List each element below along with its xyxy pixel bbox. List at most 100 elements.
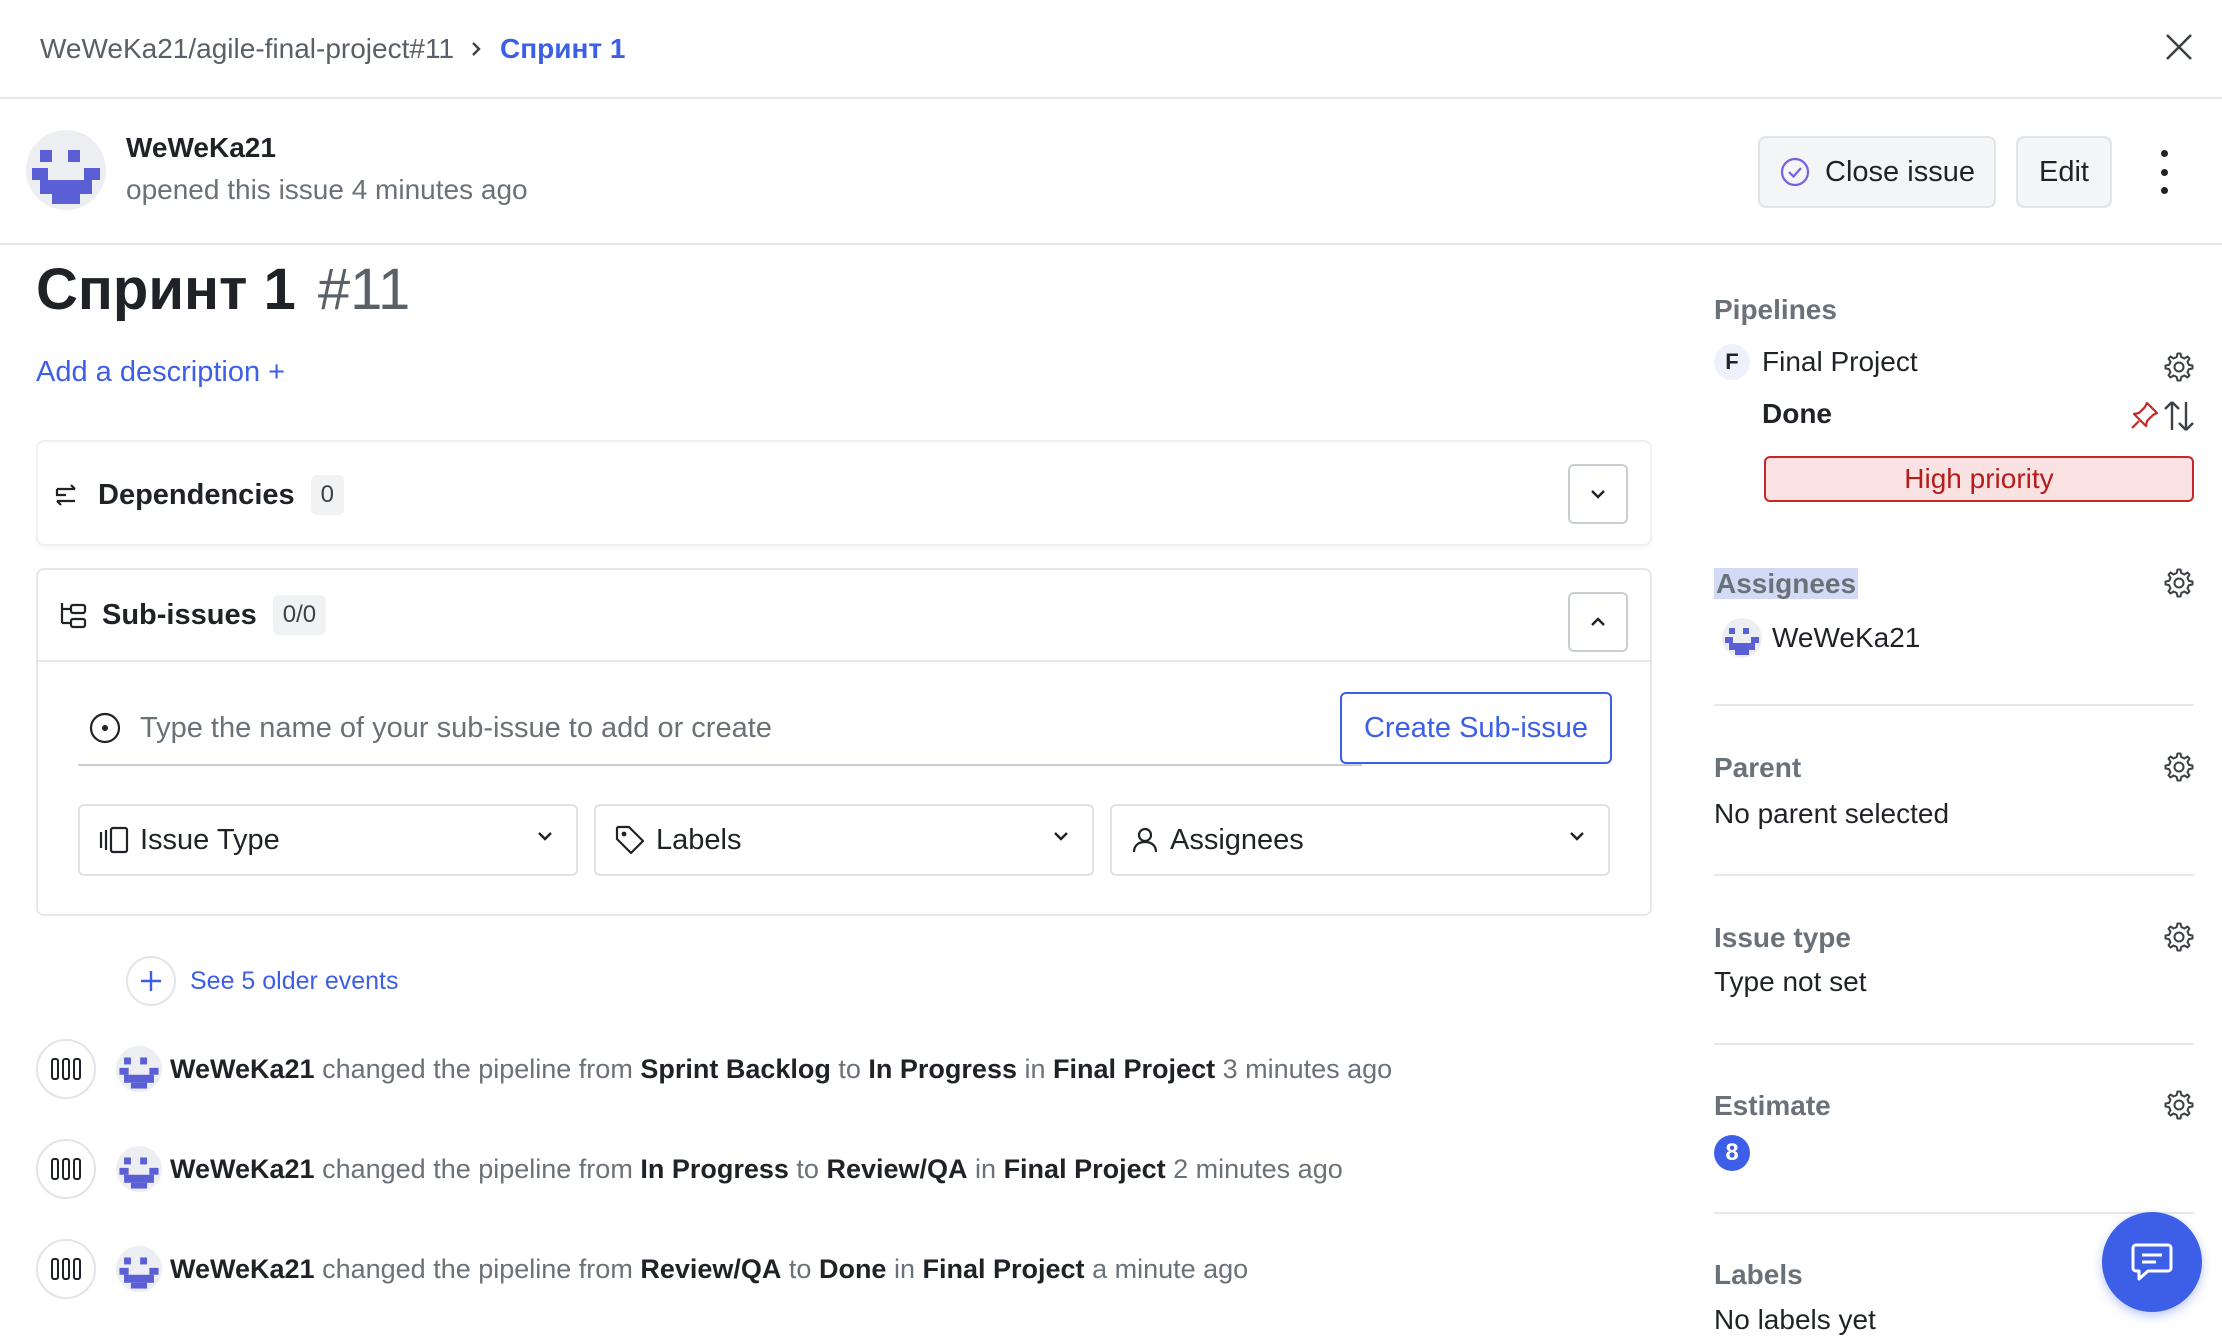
pipeline-badge: F bbox=[1714, 344, 1750, 380]
sidebar-divider bbox=[1714, 1043, 2194, 1045]
labels-value: No labels yet bbox=[1714, 1304, 1876, 1335]
assignees-heading: Assignees bbox=[1714, 568, 1859, 600]
edit-button[interactable]: Edit bbox=[2016, 136, 2112, 208]
event-in-word: in bbox=[975, 1153, 997, 1184]
sub-issue-input[interactable] bbox=[140, 711, 1320, 745]
gear-icon[interactable] bbox=[2162, 350, 2196, 384]
pin-icon[interactable] bbox=[2130, 400, 2160, 432]
breadcrumb-current[interactable]: Спринт 1 bbox=[500, 33, 625, 65]
sub-issues-panel: Sub-issues 0/0 Create Sub-issue Issue Ty… bbox=[36, 568, 1652, 916]
page-title[interactable]: Спринт 1 bbox=[36, 256, 296, 323]
event-verb: changed the pipeline from bbox=[322, 1053, 633, 1084]
sidebar-divider bbox=[1714, 1212, 2194, 1214]
avatar[interactable] bbox=[116, 1046, 162, 1092]
gear-icon[interactable] bbox=[2162, 566, 2196, 600]
dependencies-count: 0 bbox=[310, 475, 344, 515]
dependencies-header[interactable]: Dependencies 0 bbox=[38, 442, 1650, 548]
event-user[interactable]: WeWeKa21 bbox=[170, 1254, 315, 1284]
event-text: WeWeKa21 changed the pipeline from Sprin… bbox=[170, 1054, 1392, 1085]
event-to-word: to bbox=[796, 1153, 819, 1184]
dependencies-title: Dependencies bbox=[98, 478, 295, 511]
close-issue-button[interactable]: Close issue bbox=[1758, 136, 1996, 208]
timeline-event: WeWeKa21 changed the pipeline from In Pr… bbox=[36, 1139, 1343, 1199]
avatar[interactable] bbox=[116, 1146, 162, 1192]
assignee-name: WeWeKa21 bbox=[1772, 622, 1921, 653]
kebab-icon[interactable] bbox=[2146, 150, 2182, 194]
event-from: Sprint Backlog bbox=[640, 1053, 831, 1084]
avatar[interactable] bbox=[26, 130, 106, 210]
pipeline-icon bbox=[36, 1239, 96, 1299]
event-to: Done bbox=[818, 1253, 887, 1284]
event-user[interactable]: WeWeKa21 bbox=[170, 1054, 315, 1084]
create-sub-issue-button[interactable]: Create Sub-issue bbox=[1340, 692, 1612, 764]
avatar[interactable] bbox=[116, 1246, 162, 1292]
sub-issues-header[interactable]: Sub-issues 0/0 bbox=[38, 570, 1650, 662]
parent-value: No parent selected bbox=[1714, 798, 1950, 829]
sidebar-divider bbox=[1714, 704, 2194, 706]
edit-label: Edit bbox=[2039, 155, 2089, 188]
labels-dropdown[interactable]: Labels bbox=[594, 804, 1094, 876]
event-from: Review/QA bbox=[640, 1253, 782, 1284]
issue-type-value: Type not set bbox=[1714, 966, 1867, 997]
sub-issue-input-wrapper bbox=[78, 692, 1362, 766]
chevron-down-icon bbox=[536, 830, 554, 842]
close-icon[interactable] bbox=[2154, 22, 2204, 72]
chevron-down-icon bbox=[1052, 830, 1070, 842]
author-name[interactable]: WeWeKa21 bbox=[126, 132, 276, 164]
swap-icon[interactable] bbox=[2162, 398, 2196, 434]
issue-type-dropdown[interactable]: Issue Type bbox=[78, 804, 578, 876]
issue-type-dropdown-label: Issue Type bbox=[140, 823, 280, 856]
see-older-events-label: See 5 older events bbox=[190, 966, 399, 995]
sub-issues-toggle-button[interactable] bbox=[1568, 592, 1628, 652]
plus-icon bbox=[126, 956, 176, 1006]
add-description-link[interactable]: Add a description + bbox=[36, 356, 285, 389]
issue-type-heading: Issue type bbox=[1714, 922, 1851, 953]
issue-type-icon bbox=[98, 826, 130, 854]
estimate-heading: Estimate bbox=[1714, 1090, 1831, 1121]
create-sub-issue-label: Create Sub-issue bbox=[1363, 711, 1589, 744]
sub-issues-title: Sub-issues bbox=[102, 598, 257, 631]
close-issue-label: Close issue bbox=[1825, 155, 1975, 188]
event-pipeline: Final Project bbox=[1003, 1153, 1166, 1184]
chevron-up-icon bbox=[1589, 616, 1607, 628]
avatar bbox=[1722, 618, 1762, 658]
event-in-word: in bbox=[893, 1253, 915, 1284]
pipeline-stage[interactable]: Done bbox=[1762, 398, 1832, 430]
assignees-heading-text: Assignees bbox=[1714, 568, 1859, 599]
check-circle-icon bbox=[1779, 156, 1811, 188]
priority-badge[interactable]: High priority bbox=[1764, 456, 2194, 502]
assignees-dropdown[interactable]: Assignees bbox=[1110, 804, 1610, 876]
event-user[interactable]: WeWeKa21 bbox=[170, 1154, 315, 1184]
chat-button[interactable] bbox=[2102, 1212, 2202, 1312]
chevron-right-icon bbox=[468, 41, 484, 57]
chevron-down-icon bbox=[1568, 830, 1586, 842]
event-to: Review/QA bbox=[826, 1153, 968, 1184]
chat-icon bbox=[2130, 1241, 2174, 1283]
event-to-word: to bbox=[788, 1253, 812, 1284]
pipeline-name[interactable]: Final Project bbox=[1762, 346, 1918, 378]
issue-header: WeWeKa21 opened this issue 4 minutes ago… bbox=[0, 100, 2222, 245]
breadcrumb-bar: WeWeKa21/agile-final-project#11 Спринт 1 bbox=[0, 0, 2222, 99]
event-pipeline: Final Project bbox=[922, 1253, 1085, 1284]
author-meta: opened this issue 4 minutes ago bbox=[126, 174, 528, 205]
event-to-word: to bbox=[838, 1053, 861, 1084]
pipelines-heading: Pipelines bbox=[1714, 294, 1837, 325]
gear-icon[interactable] bbox=[2162, 920, 2196, 954]
labels-heading: Labels bbox=[1714, 1259, 1803, 1290]
see-older-events-button[interactable]: See 5 older events bbox=[126, 956, 398, 1006]
event-pipeline: Final Project bbox=[1053, 1053, 1216, 1084]
user-icon bbox=[1130, 825, 1160, 855]
breadcrumb-repo[interactable]: WeWeKa21/agile-final-project#11 bbox=[40, 33, 454, 65]
gear-icon[interactable] bbox=[2162, 750, 2196, 784]
sidebar-divider bbox=[1714, 874, 2194, 876]
issue-number: #11 bbox=[317, 257, 411, 322]
assignee-item[interactable]: WeWeKa21 bbox=[1722, 618, 1920, 658]
pipeline-icon bbox=[36, 1039, 96, 1099]
event-time: 2 minutes ago bbox=[1173, 1153, 1343, 1184]
dependencies-toggle-button[interactable] bbox=[1568, 464, 1628, 524]
dependencies-icon bbox=[54, 482, 84, 508]
gear-icon[interactable] bbox=[2162, 1088, 2196, 1122]
sub-issues-count: 0/0 bbox=[272, 595, 327, 635]
event-in-word: in bbox=[1024, 1053, 1046, 1084]
estimate-badge[interactable]: 8 bbox=[1714, 1135, 1750, 1171]
